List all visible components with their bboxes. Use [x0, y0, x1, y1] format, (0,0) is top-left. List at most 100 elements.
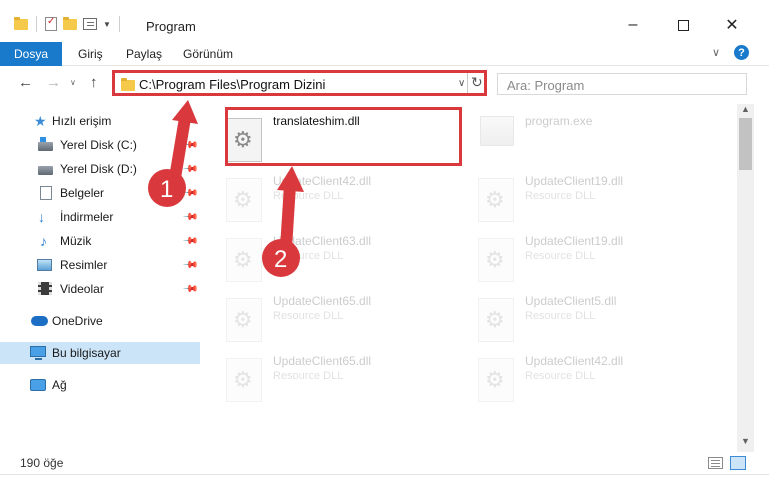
- documents-icon: [40, 186, 52, 200]
- expand-ribbon-icon[interactable]: ∨: [712, 46, 720, 59]
- pin-icon: 📌: [181, 136, 199, 154]
- sidebar-item-network[interactable]: Ağ: [0, 374, 200, 396]
- refresh-button[interactable]: ↻: [471, 74, 483, 91]
- pin-icon: 📌: [181, 160, 199, 178]
- computer-icon: [30, 346, 46, 360]
- file-name: UpdateClient63.dll: [273, 234, 372, 248]
- tab-share[interactable]: Paylaş: [126, 47, 162, 61]
- file-type: Resource DLL: [525, 310, 596, 322]
- status-bar: 190 öğe: [0, 452, 769, 474]
- sidebar-item-label: Videolar: [60, 282, 104, 296]
- file-name: UpdateClient65.dll: [273, 354, 372, 368]
- sidebar-item-quick-access[interactable]: ★ Hızlı erişim: [0, 110, 200, 132]
- windows-disk-icon: [38, 137, 53, 151]
- exe-file-icon: [480, 116, 514, 146]
- recent-locations-icon[interactable]: ∨: [70, 78, 76, 87]
- tab-home[interactable]: Giriş: [78, 47, 103, 61]
- videos-icon: [38, 282, 52, 295]
- details-view-icon[interactable]: [708, 457, 723, 469]
- file-item[interactable]: UpdateClient65.dll Resource DLL: [200, 288, 440, 348]
- sidebar-item-label: Bu bilgisayar: [52, 346, 121, 360]
- sidebar-item-local-disk-c[interactable]: Yerel Disk (C:) 📌: [0, 134, 200, 156]
- forward-button[interactable]: →: [46, 74, 61, 91]
- pin-icon: 📌: [181, 184, 199, 202]
- sidebar-item-label: Yerel Disk (C:): [60, 138, 137, 152]
- file-name: UpdateClient19.dll: [525, 174, 624, 188]
- dll-file-icon: [478, 358, 514, 402]
- search-box[interactable]: Ara: Program: [497, 73, 747, 95]
- file-item[interactable]: UpdateClient5.dll Resource DLL: [452, 288, 692, 348]
- sidebar-item-documents[interactable]: Belgeler 📌: [0, 182, 200, 204]
- window-bottom-edge: [0, 474, 769, 485]
- ribbon: Dosya Giriş Paylaş Görünüm ∨ ?: [0, 42, 769, 66]
- file-item[interactable]: UpdateClient65.dll Resource DLL: [200, 348, 440, 408]
- quick-access-toolbar: ▼: [14, 16, 122, 32]
- chevron-down-icon[interactable]: ▼: [103, 20, 111, 29]
- file-item[interactable]: UpdateClient42.dll Resource DLL: [452, 348, 692, 408]
- address-path[interactable]: C:\Program Files\Program Dizini: [139, 77, 325, 92]
- sidebar-item-music[interactable]: ♪ Müzik 📌: [0, 230, 200, 252]
- maximize-icon: [677, 19, 689, 31]
- file-item[interactable]: UpdateClient63.dll Resource DLL: [200, 228, 440, 288]
- file-name: UpdateClient5.dll: [525, 294, 617, 308]
- scroll-thumb[interactable]: [739, 118, 752, 170]
- tab-view[interactable]: Görünüm: [183, 47, 233, 61]
- highlight-box: [225, 107, 462, 166]
- file-item[interactable]: UpdateClient42.dll Resource DLL: [200, 168, 440, 228]
- file-item-program-exe[interactable]: program.exe: [452, 108, 692, 168]
- vertical-scrollbar[interactable]: ▲ ▼: [737, 104, 754, 452]
- folder-icon: [14, 16, 28, 30]
- sidebar-item-label: Resimler: [60, 258, 108, 272]
- properties-check-icon[interactable]: [45, 16, 57, 31]
- pin-icon: 📌: [181, 280, 199, 298]
- file-item[interactable]: UpdateClient19.dll Resource DLL: [452, 228, 692, 288]
- pin-icon: 📌: [181, 256, 199, 274]
- large-icons-view-icon[interactable]: [730, 456, 746, 470]
- sidebar-item-videos[interactable]: Videolar 📌: [0, 278, 200, 300]
- minimize-button[interactable]: –: [610, 10, 656, 40]
- separator: [36, 16, 37, 32]
- sidebar-item-onedrive[interactable]: OneDrive: [0, 310, 200, 332]
- sidebar-item-pictures[interactable]: Resimler 📌: [0, 254, 200, 276]
- back-button[interactable]: ←: [18, 74, 33, 91]
- item-count: 190 öğe: [20, 456, 64, 470]
- dll-file-icon: [478, 298, 514, 342]
- separator: [118, 16, 120, 32]
- dll-file-icon: [226, 358, 262, 402]
- address-dropdown-icon[interactable]: ∨: [458, 78, 465, 89]
- file-item[interactable]: UpdateClient19.dll Resource DLL: [452, 168, 692, 228]
- folder-icon: [121, 78, 135, 91]
- window-title: Program: [146, 19, 196, 34]
- dll-file-icon: [226, 238, 262, 282]
- file-type: Resource DLL: [525, 190, 596, 202]
- close-button[interactable]: ✕: [709, 10, 755, 40]
- tab-file[interactable]: Dosya: [0, 42, 62, 66]
- maximize-button[interactable]: [660, 10, 706, 40]
- address-bar[interactable]: C:\Program Files\Program Dizini ∨ ↻: [112, 70, 487, 96]
- dll-file-icon: [226, 298, 262, 342]
- new-folder-icon[interactable]: [63, 16, 77, 30]
- up-button[interactable]: ↑: [90, 74, 98, 91]
- file-type: Resource DLL: [525, 250, 596, 262]
- navigation-pane: ★ Hızlı erişim Yerel Disk (C:) 📌 Yerel D…: [0, 104, 200, 452]
- sidebar-item-label: İndirmeler: [60, 210, 114, 224]
- dll-file-icon: [478, 178, 514, 222]
- title-bar: ▼ Program – ✕: [0, 0, 769, 42]
- file-type: Resource DLL: [273, 250, 344, 262]
- sidebar-item-local-disk-d[interactable]: Yerel Disk (D:) 📌: [0, 158, 200, 180]
- sidebar-item-label: Müzik: [60, 234, 92, 248]
- dll-file-icon: [226, 178, 262, 222]
- scroll-up-icon[interactable]: ▲: [741, 104, 750, 114]
- search-placeholder: Ara: Program: [507, 78, 585, 93]
- sidebar-item-downloads[interactable]: ↓ İndirmeler 📌: [0, 206, 200, 228]
- sidebar-item-this-pc[interactable]: Bu bilgisayar: [0, 342, 200, 364]
- file-name: program.exe: [525, 114, 593, 128]
- scroll-down-icon[interactable]: ▼: [741, 436, 750, 446]
- pictures-icon: [37, 259, 52, 271]
- customize-icon[interactable]: [83, 18, 97, 30]
- file-name: UpdateClient65.dll: [273, 294, 372, 308]
- sidebar-item-label: OneDrive: [52, 314, 103, 328]
- cloud-icon: [31, 316, 48, 326]
- help-button[interactable]: ?: [734, 45, 749, 60]
- music-icon: ♪: [40, 233, 47, 249]
